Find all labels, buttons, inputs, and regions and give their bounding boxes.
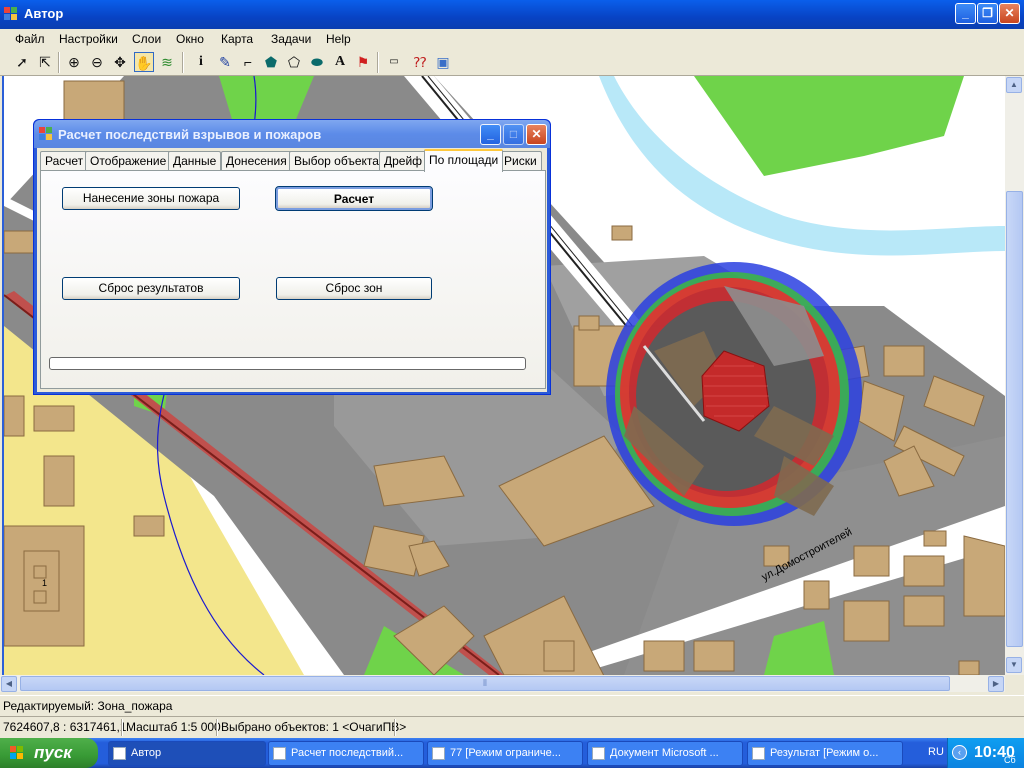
pointer-tool-icon[interactable]: ➚ bbox=[12, 52, 32, 72]
info-icon[interactable]: i bbox=[191, 52, 211, 72]
window-title: Автор bbox=[24, 6, 64, 21]
dialog-close-button[interactable]: ✕ bbox=[526, 124, 547, 145]
task-label: Результат [Режим о... bbox=[770, 747, 879, 759]
tab-display[interactable]: Отображение bbox=[85, 151, 172, 171]
start-button[interactable]: пуск bbox=[0, 738, 98, 768]
progress-bar bbox=[49, 357, 526, 370]
menu-settings[interactable]: Настройки bbox=[59, 32, 118, 46]
dialog-titlebar: Расчет последствий взрывов и пожаров _ □… bbox=[34, 120, 550, 148]
menu-bar: Файл Настройки Слои Окно Карта Задачи He… bbox=[0, 29, 1024, 49]
task-label: Документ Microsoft ... bbox=[610, 747, 719, 759]
tab-risks[interactable]: Риски bbox=[499, 151, 542, 171]
menu-window[interactable]: Окно bbox=[176, 32, 204, 46]
task-word-result[interactable]: Результат [Режим о... bbox=[747, 741, 903, 766]
app-task-icon bbox=[113, 747, 126, 760]
menu-map[interactable]: Карта bbox=[221, 32, 253, 46]
dialog-maximize-button[interactable]: □ bbox=[503, 124, 524, 145]
hand-tool-icon[interactable]: ✋ bbox=[134, 52, 154, 72]
ellipse-icon[interactable]: ⬬ bbox=[307, 52, 327, 72]
dialog-body: Расчет Отображение Данные Донесения Выбо… bbox=[37, 148, 547, 392]
menu-layers[interactable]: Слои bbox=[132, 32, 161, 46]
scroll-left-icon[interactable]: ◀ bbox=[1, 676, 17, 692]
coords-readout: 7624607,8 : 6317461,1 bbox=[3, 720, 127, 734]
status-bar: 7624607,8 : 6317461,1 Масштаб 1:5 000 Вы… bbox=[0, 716, 1024, 738]
pan-arrows-icon[interactable]: ✥ bbox=[110, 52, 130, 72]
tab-reports[interactable]: Донесения bbox=[221, 151, 292, 171]
toolbar: ➚ ⇱ ⊕ ⊖ ✥ ✋ ≋ i ✎ ⌐ ⬟ ⬠ ⬬ A ⚑ ▭ ⁇ ▣ bbox=[0, 49, 1024, 76]
flag-icon[interactable]: ⚑ bbox=[353, 52, 373, 72]
menu-file[interactable]: Файл bbox=[15, 32, 45, 46]
windows-flag-icon bbox=[10, 746, 24, 760]
polygon-outline-icon[interactable]: ⬠ bbox=[284, 52, 304, 72]
restore-button[interactable]: ❐ bbox=[977, 3, 998, 24]
toolbar-separator bbox=[58, 52, 60, 73]
zoom-out-icon[interactable]: ⊖ bbox=[87, 52, 107, 72]
dialog-minimize-button[interactable]: _ bbox=[480, 124, 501, 145]
task-word-document[interactable]: Документ Microsoft ... bbox=[587, 741, 743, 766]
status-separator bbox=[394, 719, 396, 736]
dialog-title: Расчет последствий взрывов и пожаров bbox=[58, 127, 322, 142]
system-tray: ‹ 10:40 Сб bbox=[947, 738, 1024, 768]
task-calc-dialog[interactable]: Расчет последствий... bbox=[268, 741, 424, 766]
scroll-right-icon[interactable]: ▶ bbox=[988, 676, 1004, 692]
selected-readout: Выбрано объектов: 1 <ОчагиПВ> bbox=[221, 720, 407, 734]
minimize-button[interactable]: _ bbox=[955, 3, 976, 24]
menu-tasks[interactable]: Задачи bbox=[271, 32, 311, 46]
task-label: Автор bbox=[131, 747, 162, 759]
app-titlebar: Автор _ ❐ ✕ bbox=[0, 0, 1024, 29]
word-doc-icon bbox=[752, 747, 765, 760]
tab-data[interactable]: Данные bbox=[168, 151, 222, 171]
dialog-app-icon bbox=[39, 127, 53, 141]
menu-help[interactable]: Help bbox=[326, 32, 351, 46]
toolbar-separator bbox=[182, 52, 184, 73]
reset-zones-button[interactable]: Сброс зон bbox=[276, 277, 432, 300]
vertical-scroll-thumb[interactable] bbox=[1006, 191, 1023, 647]
layers-icon[interactable]: ≋ bbox=[157, 52, 177, 72]
edit-bar: Редактируемый: Зона_пожара bbox=[0, 695, 1024, 715]
fire-zone-button[interactable]: Нанесение зоны пожара bbox=[62, 187, 240, 210]
scroll-down-icon[interactable]: ▼ bbox=[1006, 657, 1022, 673]
word-doc-icon bbox=[432, 747, 445, 760]
tab-drift[interactable]: Дрейф bbox=[379, 151, 428, 171]
tab-by-area[interactable]: По площади bbox=[424, 149, 504, 172]
language-indicator[interactable]: RU bbox=[928, 746, 944, 758]
tab-object-select[interactable]: Выбор объекта bbox=[289, 151, 384, 171]
tray-arrow-icon[interactable]: ‹ bbox=[952, 745, 967, 760]
calc-dialog: Расчет последствий взрывов и пожаров _ □… bbox=[33, 119, 551, 395]
text-icon[interactable]: A bbox=[330, 52, 350, 72]
building-number-label: 1 bbox=[42, 578, 47, 588]
select-tool-icon[interactable]: ⇱ bbox=[35, 52, 55, 72]
polyline-icon[interactable]: ⌐ bbox=[238, 52, 258, 72]
start-label: пуск bbox=[34, 743, 72, 762]
close-button[interactable]: ✕ bbox=[999, 3, 1020, 24]
toolbar-separator bbox=[377, 52, 379, 73]
scale-readout: Масштаб 1:5 000 bbox=[126, 720, 221, 734]
status-separator bbox=[216, 719, 218, 736]
status-separator bbox=[121, 719, 123, 736]
query-icon[interactable]: ⁇ bbox=[410, 52, 430, 72]
horizontal-scroll-thumb[interactable]: ⦀ bbox=[20, 676, 950, 691]
edit-layer-text: Редактируемый: Зона_пожара bbox=[3, 699, 173, 713]
task-label: Расчет последствий... bbox=[291, 747, 404, 759]
task-word-77[interactable]: 77 [Режим ограниче... bbox=[427, 741, 583, 766]
calculate-button[interactable]: Расчет bbox=[275, 186, 433, 211]
task-avtor[interactable]: Автор bbox=[108, 741, 266, 766]
reset-results-button[interactable]: Сброс результатов bbox=[62, 277, 240, 300]
app-task-icon bbox=[273, 747, 286, 760]
pin-icon[interactable]: ✎ bbox=[215, 52, 235, 72]
polygon-fill-icon[interactable]: ⬟ bbox=[261, 52, 281, 72]
clock-day: Сб bbox=[1004, 755, 1016, 765]
task-label: 77 [Режим ограниче... bbox=[450, 747, 561, 759]
scroll-up-icon[interactable]: ▲ bbox=[1006, 77, 1022, 93]
app-icon bbox=[4, 7, 18, 21]
tab-calc[interactable]: Расчет bbox=[40, 151, 89, 171]
word-doc-icon bbox=[592, 747, 605, 760]
zoom-in-icon[interactable]: ⊕ bbox=[64, 52, 84, 72]
measure-icon[interactable]: ▭ bbox=[384, 52, 404, 72]
image-icon[interactable]: ▣ bbox=[433, 52, 453, 72]
